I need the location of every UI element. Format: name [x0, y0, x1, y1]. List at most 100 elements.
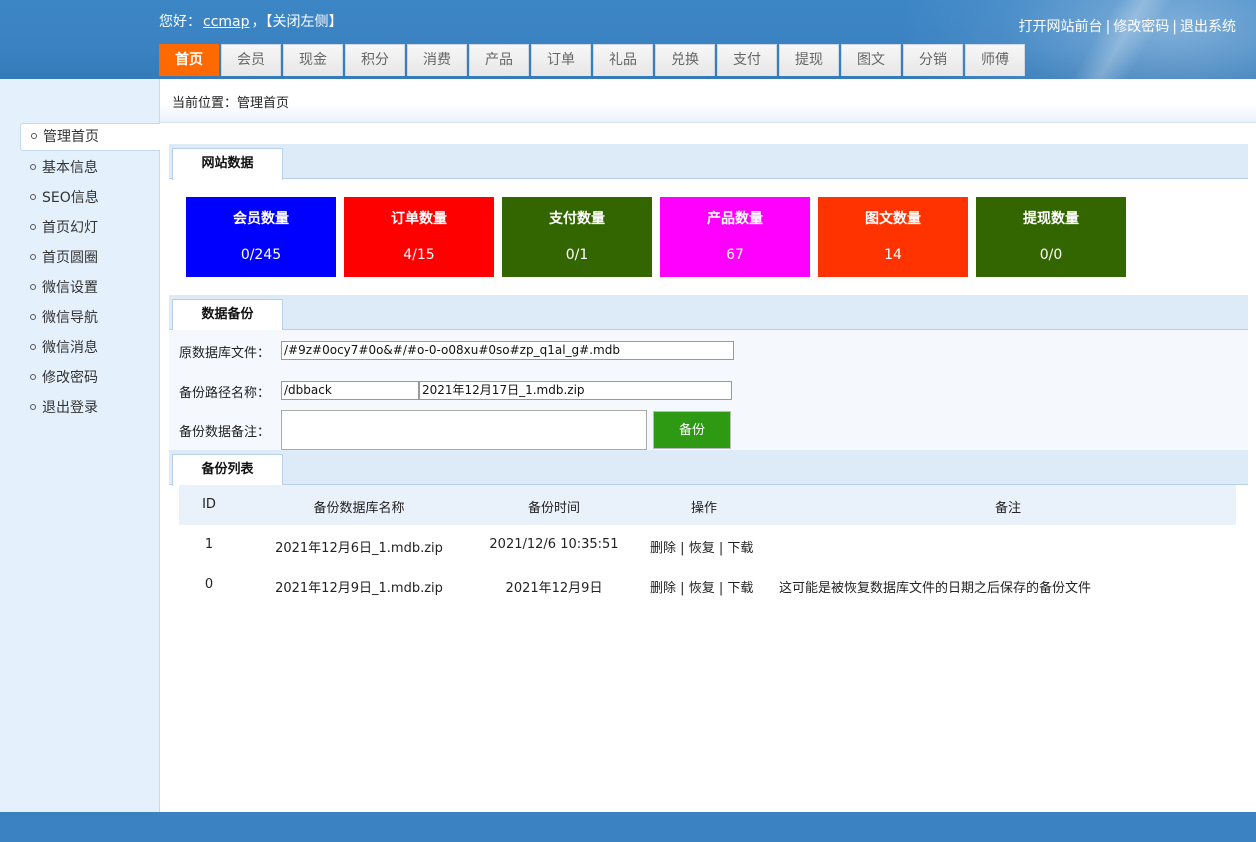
- tab-distribution[interactable]: 分销: [903, 44, 963, 76]
- sidebar-item-seo[interactable]: SEO信息: [20, 183, 160, 213]
- delete-link[interactable]: 删除: [650, 581, 676, 596]
- logout-link[interactable]: 退出系统: [1180, 19, 1236, 35]
- sidebar-item-label: 微信消息: [42, 340, 98, 356]
- sidebar-item-wechat-nav[interactable]: 微信导航: [20, 303, 160, 333]
- restore-link[interactable]: 恢复: [689, 541, 715, 556]
- footer-bar: [0, 812, 1256, 842]
- site-data-header: 网站数据: [169, 144, 1248, 180]
- stat-value: 0/245: [240, 247, 282, 263]
- tab-members[interactable]: 会员: [221, 44, 281, 76]
- stat-payments: 支付数量 0/1: [502, 197, 652, 277]
- tab-cash[interactable]: 现金: [283, 44, 343, 76]
- sidebar-item-wechat-settings[interactable]: 微信设置: [20, 273, 160, 303]
- stat-withdrawals: 提现数量 0/0: [976, 197, 1126, 277]
- bullet-icon: [30, 194, 36, 200]
- sidebar-item-change-password[interactable]: 修改密码: [20, 363, 160, 393]
- bullet-icon: [30, 254, 36, 260]
- separator: |: [1172, 19, 1177, 35]
- breadcrumb-current: 管理首页: [237, 96, 290, 111]
- backup-list-header: 备份列表: [169, 450, 1248, 486]
- bullet-icon: [30, 314, 36, 320]
- tab-gifts[interactable]: 礼品: [593, 44, 653, 76]
- sidebar-item-label: 微信导航: [42, 310, 98, 326]
- username-link[interactable]: ccmap: [203, 14, 250, 30]
- row-actions: 删除 | 恢复 | 下载: [650, 577, 753, 596]
- bullet-icon: [30, 404, 36, 410]
- sidebar-item-label: 首页幻灯: [42, 220, 98, 236]
- stat-orders: 订单数量 4/15: [344, 197, 494, 277]
- backup-name-field[interactable]: 2021年12月17日_1.mdb.zip: [419, 381, 732, 400]
- sidebar-item-label: 修改密码: [42, 370, 98, 386]
- row-name: 2021年12月9日_1.mdb.zip: [275, 581, 443, 596]
- tab-masters[interactable]: 师傅: [965, 44, 1025, 76]
- backup-note-label: 备份数据备注：: [179, 425, 271, 440]
- backup-list-tab[interactable]: 备份列表: [172, 454, 283, 486]
- download-link[interactable]: 下载: [727, 541, 753, 556]
- column-header-name: 备份数据库名称: [313, 501, 405, 516]
- separator: |: [718, 581, 724, 596]
- row-id: 0: [204, 577, 214, 592]
- tab-payment[interactable]: 支付: [717, 44, 777, 76]
- delete-link[interactable]: 删除: [650, 541, 676, 556]
- top-header: 您好： ccmap ，【关闭左侧】 打开网站前台 | 修改密码 | 退出系统 首页 会员 现…: [0, 0, 1256, 79]
- backup-header: 数据备份: [169, 295, 1248, 331]
- sidebar-item-label: 退出登录: [42, 400, 98, 416]
- bullet-icon: [30, 224, 36, 230]
- open-frontend-link[interactable]: 打开网站前台: [1019, 19, 1103, 35]
- sidebar-item-label: 管理首页: [43, 129, 99, 145]
- sidebar-item-slides[interactable]: 首页幻灯: [20, 213, 160, 243]
- separator: |: [680, 581, 685, 596]
- close-left-link[interactable]: 【关闭左侧】: [266, 14, 343, 30]
- bullet-icon: [30, 374, 36, 380]
- tab-products[interactable]: 产品: [469, 44, 529, 76]
- stat-value: 0/1: [565, 247, 589, 263]
- row-id: 1: [204, 537, 214, 552]
- tab-exchange[interactable]: 兑换: [655, 44, 715, 76]
- stat-products: 产品数量 67: [660, 197, 810, 277]
- sidebar-item-logout[interactable]: 退出登录: [20, 393, 160, 423]
- stat-label: 订单数量: [391, 211, 447, 227]
- change-password-link[interactable]: 修改密码: [1113, 19, 1169, 35]
- sidebar-item-wechat-messages[interactable]: 微信消息: [20, 333, 160, 363]
- sidebar: 管理首页 基本信息 SEO信息 首页幻灯 首页圆圈 微信设置 微信导航 微信消息…: [0, 79, 160, 812]
- top-links: 打开网站前台 | 修改密码 | 退出系统: [1019, 16, 1236, 36]
- tab-points[interactable]: 积分: [345, 44, 405, 76]
- row-time: 2021年12月9日: [505, 581, 603, 596]
- row-note: 这可能是被恢复数据库文件的日期之后保存的备份文件: [779, 581, 1092, 596]
- tab-home[interactable]: 首页: [159, 44, 219, 76]
- download-link[interactable]: 下载: [727, 581, 753, 596]
- bullet-icon: [30, 164, 36, 170]
- sidebar-item-admin-home[interactable]: 管理首页: [20, 123, 160, 151]
- separator: |: [718, 541, 724, 556]
- breadcrumb: 当前位置：管理首页: [172, 92, 289, 111]
- restore-link[interactable]: 恢复: [689, 581, 715, 596]
- sidebar-item-label: 基本信息: [42, 160, 98, 176]
- backup-button[interactable]: 备份: [653, 411, 731, 449]
- sidebar-item-label: 微信设置: [42, 280, 98, 296]
- tab-orders[interactable]: 订单: [531, 44, 591, 76]
- breadcrumb-bar: 当前位置：管理首页: [160, 79, 1256, 123]
- tab-withdraw[interactable]: 提现: [779, 44, 839, 76]
- stat-value: 4/15: [403, 247, 435, 263]
- sidebar-menu: 管理首页 基本信息 SEO信息 首页幻灯 首页圆圈 微信设置 微信导航 微信消息…: [20, 123, 160, 423]
- column-header-id: ID: [202, 497, 216, 512]
- row-name: 2021年12月6日_1.mdb.zip: [275, 541, 443, 556]
- backup-path-label: 备份路径名称：: [179, 386, 271, 401]
- stat-label: 会员数量: [233, 211, 289, 227]
- tab-consumption[interactable]: 消费: [407, 44, 467, 76]
- column-header-actions: 操作: [690, 501, 718, 516]
- separator: |: [680, 541, 685, 556]
- stat-members: 会员数量 0/245: [186, 197, 336, 277]
- greeting-text: 您好：: [159, 14, 201, 30]
- header-glow-streak: [1016, 0, 1216, 79]
- stat-value: 0/0: [1039, 247, 1063, 263]
- backup-path-field[interactable]: /dbback: [281, 381, 419, 400]
- backup-note-textarea[interactable]: [281, 410, 647, 450]
- backup-tab[interactable]: 数据备份: [172, 299, 283, 331]
- sidebar-item-circles[interactable]: 首页圆圈: [20, 243, 160, 273]
- sidebar-item-basic-info[interactable]: 基本信息: [20, 153, 160, 183]
- main-nav: 首页 会员 现金 积分 消费 产品 订单 礼品 兑换 支付 提现 图文 分销 师…: [159, 44, 1027, 76]
- source-db-field[interactable]: /#9z#0ocy7#0o&#/#o-0-o08xu#0so#zp_q1al_g…: [281, 341, 734, 360]
- site-data-tab[interactable]: 网站数据: [172, 148, 283, 180]
- tab-articles[interactable]: 图文: [841, 44, 901, 76]
